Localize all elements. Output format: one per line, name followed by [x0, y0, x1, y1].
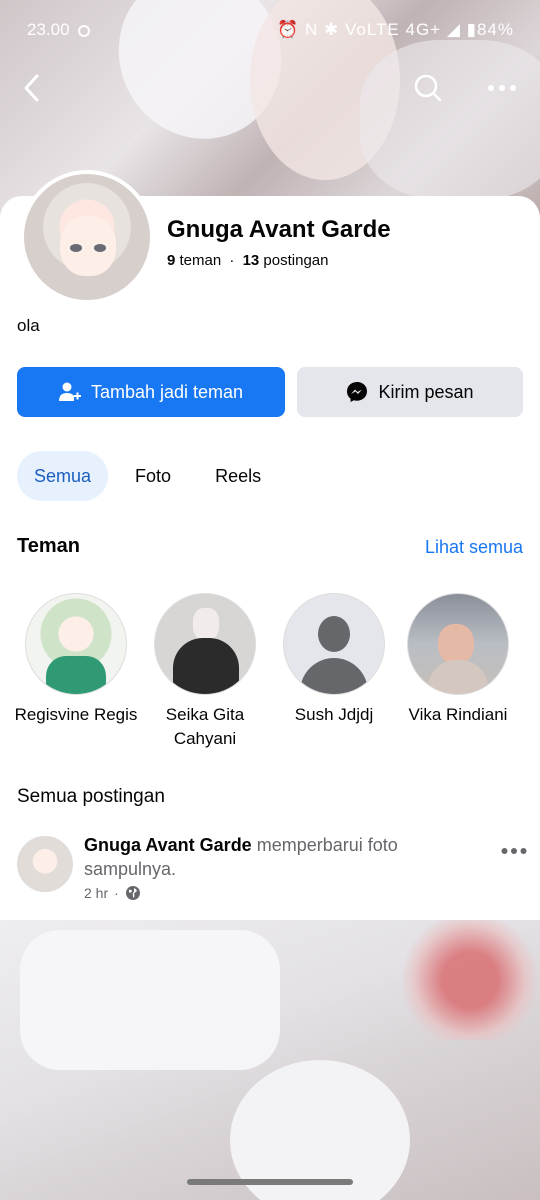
globe-icon	[125, 886, 140, 900]
friend-name: Sush Jdjdj	[294, 705, 374, 724]
post-headline: Gnuga Avant Garde memperbarui foto sampu…	[84, 833, 454, 881]
status-bar: 23.00 ⏰ N ✱ VoLTE 4G+ ◢ ▮84%	[0, 0, 540, 58]
friend-avatar	[154, 593, 256, 695]
post-more-button[interactable]	[501, 842, 527, 860]
friend-name: Vika Rindiani	[408, 705, 508, 724]
more-horizontal-icon	[488, 85, 516, 91]
post-time[interactable]: 2 hr	[84, 885, 108, 901]
back-button[interactable]	[12, 68, 52, 108]
friend-name: Regisvine Regis	[14, 705, 138, 724]
search-icon	[414, 74, 442, 102]
messenger-icon	[347, 382, 368, 402]
post-author-avatar[interactable]	[17, 836, 73, 892]
friends-section-title: Teman	[17, 535, 80, 557]
search-button[interactable]	[408, 68, 448, 108]
tab-photos[interactable]: Foto	[118, 451, 188, 501]
friend-item[interactable]: Regisvine Regis	[11, 593, 141, 727]
profile-avatar[interactable]	[20, 170, 154, 304]
friend-name: Seika Gita Cahyani	[165, 705, 245, 748]
friends-count: 9	[167, 252, 176, 269]
chevron-left-icon	[24, 74, 39, 102]
tab-all[interactable]: Semua	[17, 451, 109, 501]
home-indicator[interactable]	[187, 1179, 353, 1185]
friend-avatar	[283, 593, 385, 695]
see-all-friends-link[interactable]: Lihat semua	[425, 537, 523, 558]
add-friend-icon	[58, 382, 81, 401]
friend-item[interactable]: Seika Gita Cahyani	[140, 593, 270, 751]
all-posts-title: Semua postingan	[17, 786, 165, 807]
add-friend-button[interactable]: Tambah jadi teman	[17, 367, 285, 417]
post-meta: 2 hr ·	[84, 885, 141, 901]
send-message-label: Kirim pesan	[378, 381, 474, 402]
add-friend-label: Tambah jadi teman	[90, 381, 244, 402]
post-meta-dot: ·	[114, 885, 119, 901]
profile-bio: ola	[17, 316, 40, 335]
more-horizontal-icon	[501, 848, 527, 854]
friend-avatar	[407, 593, 509, 695]
post-image[interactable]	[0, 920, 540, 1200]
stats-separator: ·	[229, 252, 235, 269]
profile-stats: 9 teman · 13 postingan	[167, 252, 328, 269]
status-time: 23.00	[27, 20, 90, 40]
send-message-button[interactable]: Kirim pesan	[297, 367, 523, 417]
posts-count: 13	[242, 252, 260, 269]
friend-item[interactable]: Vika Rindiani	[393, 593, 523, 727]
profile-tabs: Semua Foto Reels	[17, 451, 278, 501]
more-button[interactable]	[482, 68, 522, 108]
friends-label[interactable]: teman	[180, 252, 222, 269]
post-author-name[interactable]: Gnuga Avant Garde	[84, 835, 252, 855]
posts-label: postingan	[263, 252, 329, 269]
friend-item[interactable]: Sush Jdjdj	[269, 593, 399, 727]
status-indicators: ⏰ N ✱ VoLTE 4G+ ◢ ▮84%	[277, 20, 514, 39]
friend-avatar	[25, 593, 127, 695]
tab-reels[interactable]: Reels	[198, 451, 278, 501]
profile-name: Gnuga Avant Garde	[167, 216, 391, 243]
